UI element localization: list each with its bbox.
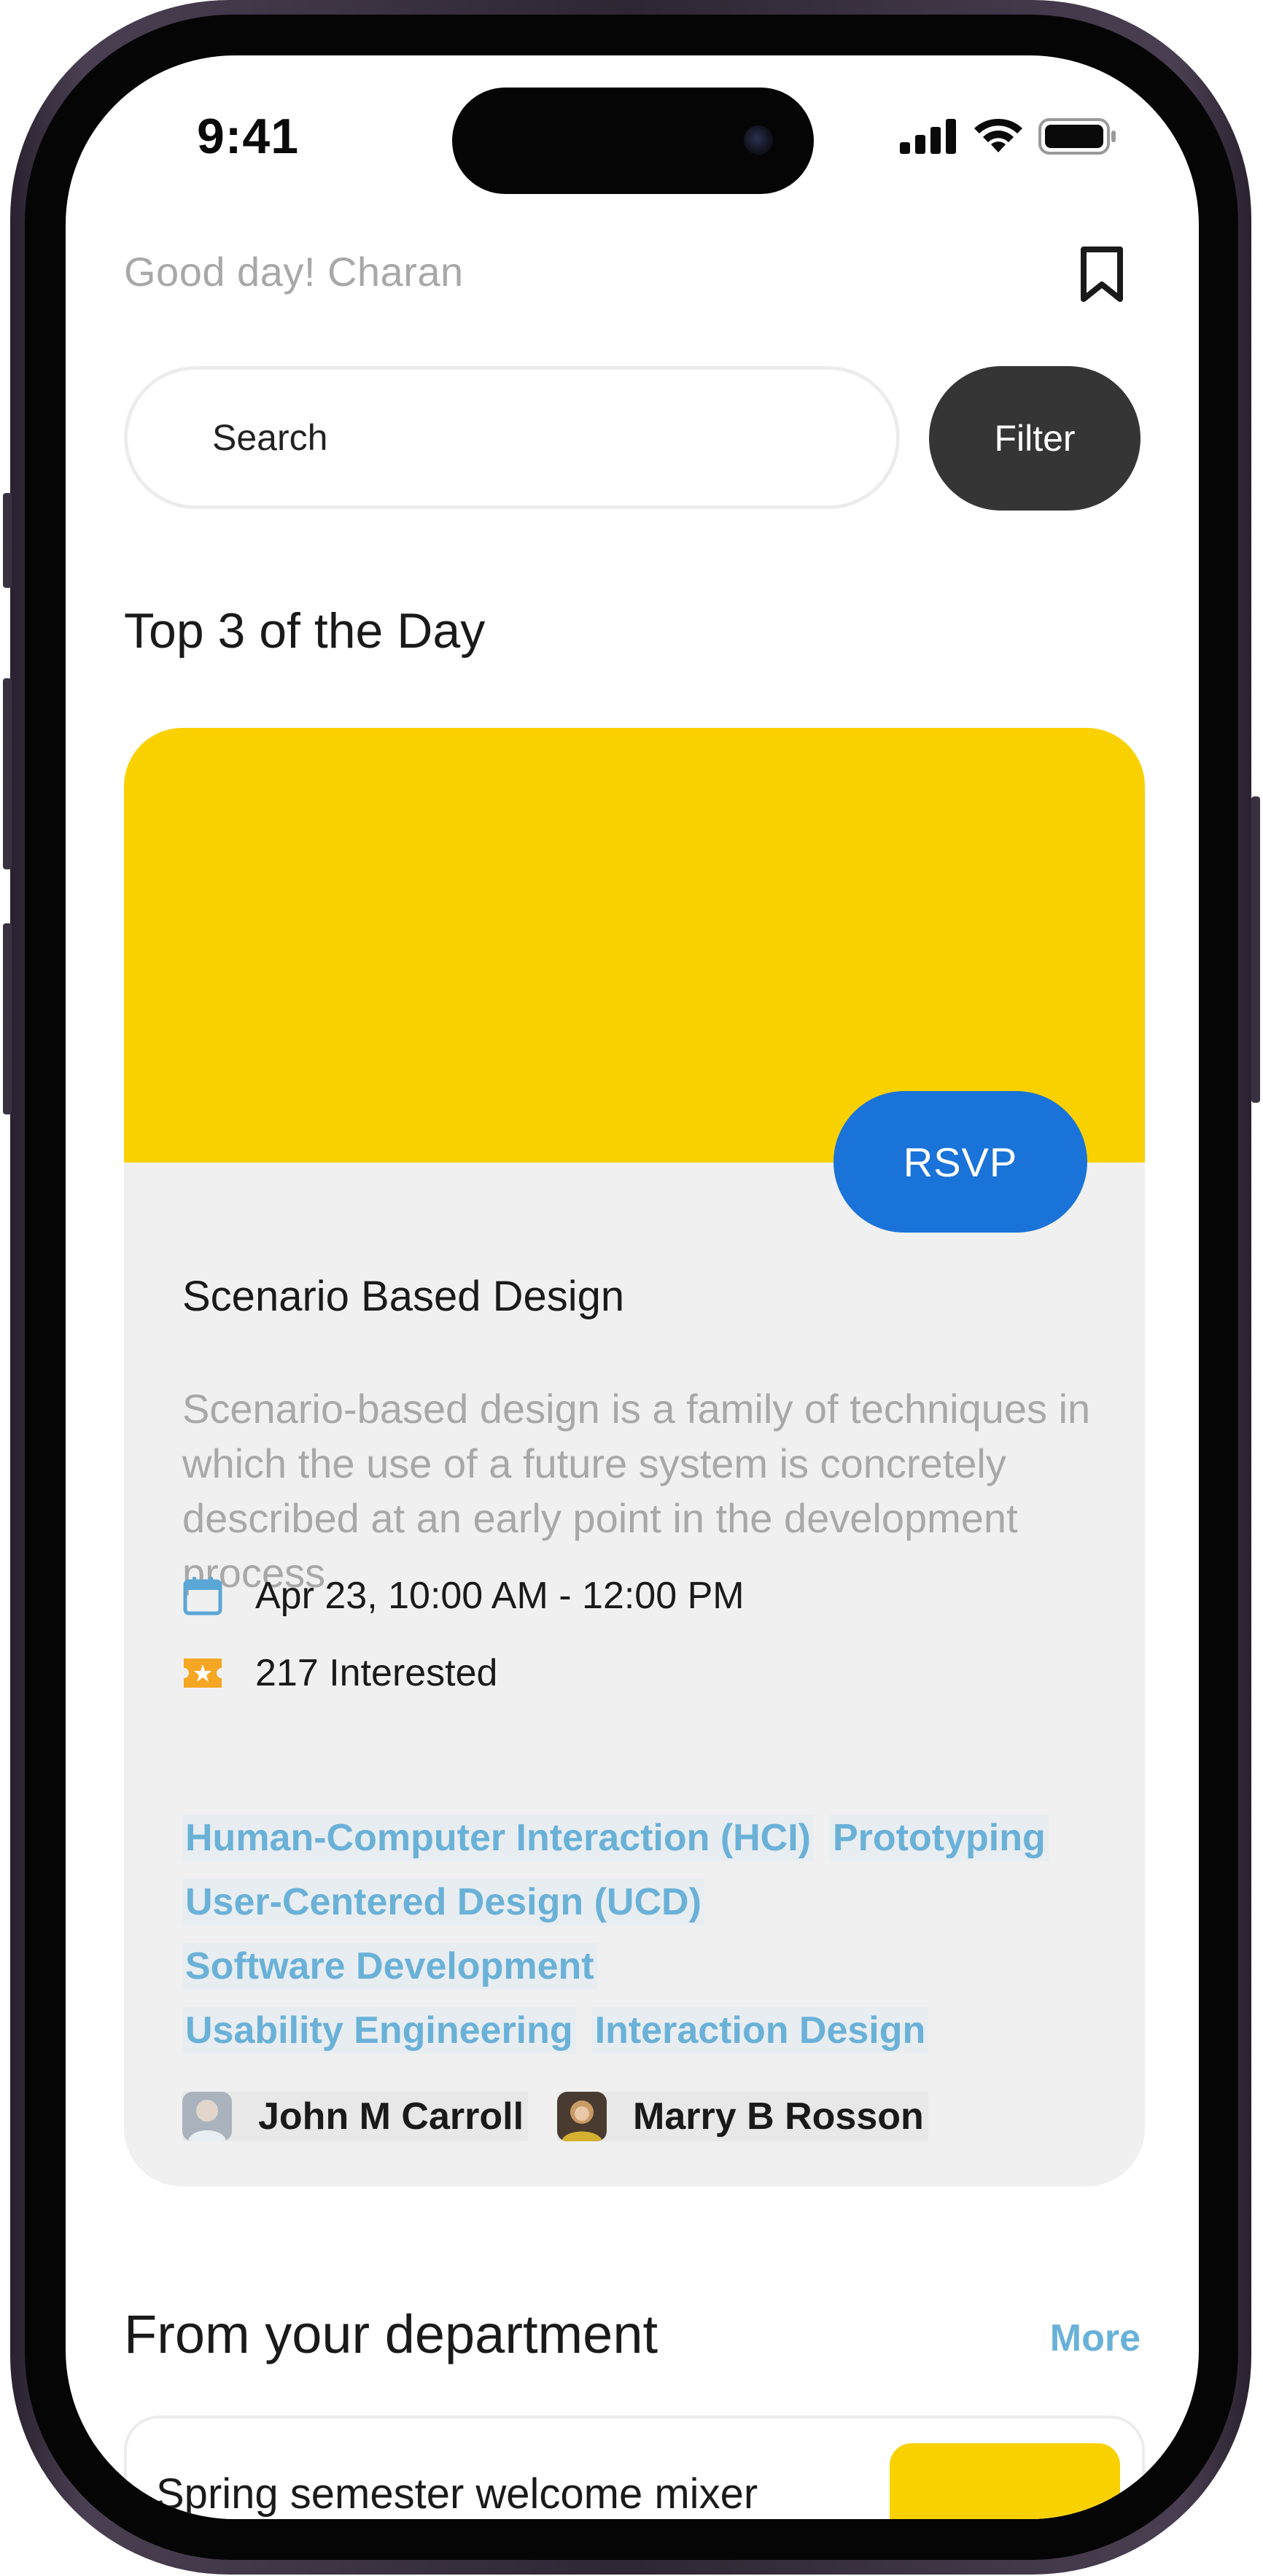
filter-button[interactable]: Filter [929,366,1140,511]
presenters-row: John M Carroll Marry B Rosson [182,2092,957,2141]
ticket-star-icon [184,1659,222,1688]
department-event-title: Spring semester welcome mixer [156,2470,758,2518]
status-time: 9:41 [196,109,300,164]
tag-chip[interactable]: User-Centered Design (UCD) [182,1879,704,1925]
tag-line: Software Development [182,1934,1116,1998]
tag-line: User-Centered Design (UCD) [182,1870,1116,1934]
bookmark-icon[interactable] [1076,245,1127,303]
action-button [3,493,12,588]
event-interested-row: 217 Interested [182,1651,497,1695]
rsvp-button[interactable]: RSVP [833,1091,1087,1233]
app-screen: 9:41 Good day! Charan Search Filter Top … [66,55,1199,2519]
wifi-icon [974,119,1022,152]
power-button [1251,796,1260,1103]
tag-chip[interactable]: Human-Computer Interaction (HCI) [182,1815,814,1861]
section-title-top3: Top 3 of the Day [124,603,486,659]
featured-event-card[interactable]: RSVP Scenario Based Design Scenario-base… [124,728,1145,2187]
presenter-chip[interactable]: Marry B Rosson [557,2092,928,2141]
more-link[interactable]: More [1050,2316,1140,2360]
tag-line: Usability Engineering Interaction Design [182,1998,1116,2063]
event-description: Scenario-based design is a family of tec… [182,1386,1091,1596]
avatar [557,2092,607,2141]
battery-icon [1038,118,1116,155]
event-title: Scenario Based Design [182,1273,625,1320]
avatar [182,2092,232,2141]
event-datetime: Apr 23, 10:00 AM - 12:00 PM [255,1575,745,1617]
department-event-thumbnail [890,2443,1120,2519]
tag-line: Human-Computer Interaction (HCI) Prototy… [182,1806,1116,1870]
dynamic-island [452,88,814,194]
tag-chip[interactable]: Software Development [182,1943,597,1990]
presenter-name: John M Carroll [258,2095,524,2138]
search-placeholder: Search [212,417,328,458]
greeting-text: Good day! Charan [124,249,464,295]
search-input[interactable]: Search [124,366,900,509]
department-event-card[interactable]: Spring semester welcome mixer [124,2416,1145,2519]
event-tags: Human-Computer Interaction (HCI) Prototy… [182,1806,1116,2063]
front-camera [744,125,773,155]
calendar-icon [183,1577,222,1615]
volume-up-button [3,678,12,869]
tag-chip[interactable]: Interaction Design [591,2007,929,2054]
status-icons [900,118,1117,155]
event-datetime-row: Apr 23, 10:00 AM - 12:00 PM [182,1574,745,1618]
tag-chip[interactable]: Prototyping [830,1815,1049,1861]
presenter-name: Marry B Rosson [633,2095,924,2138]
tag-chip[interactable]: Usability Engineering [182,2007,576,2054]
event-interested-count: 217 Interested [255,1652,498,1694]
volume-down-button [3,923,12,1114]
section-title-department: From your department [124,2304,658,2364]
presenter-chip[interactable]: John M Carroll [182,2092,529,2141]
cellular-signal-icon [900,119,956,154]
